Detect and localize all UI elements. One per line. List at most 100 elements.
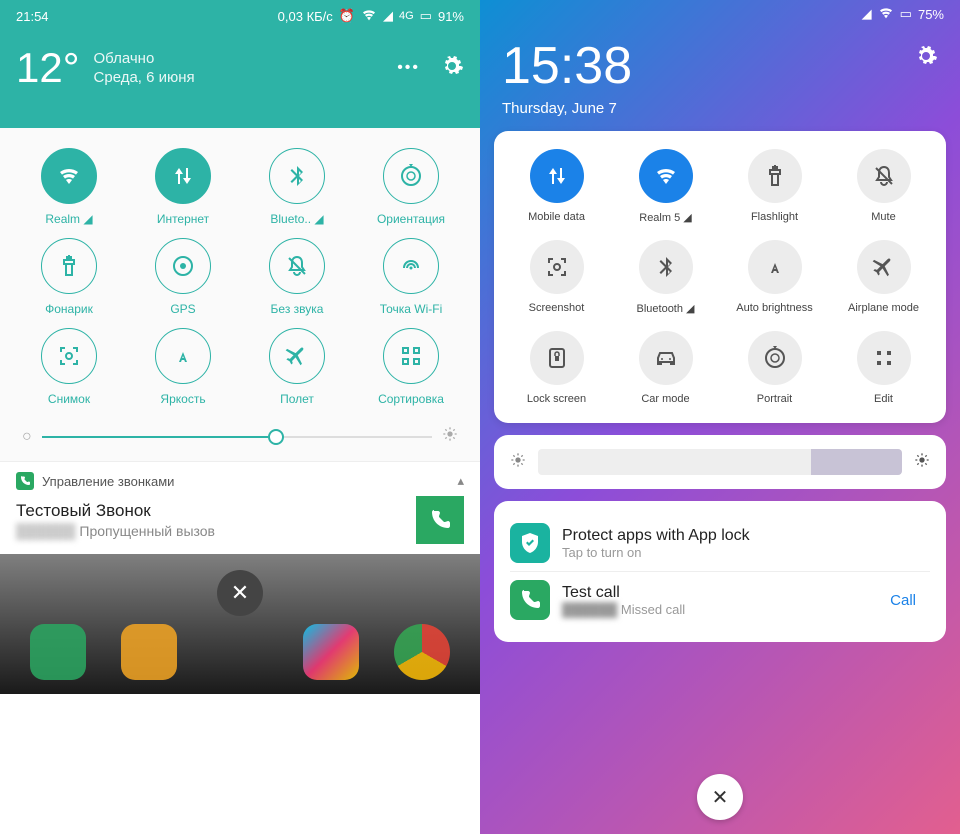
toggle-label: Без звука <box>271 302 324 316</box>
toggle-label: Bluetooth ◢ <box>637 302 695 315</box>
toggle-label: Снимок <box>48 392 90 406</box>
status-time: 21:54 <box>16 9 49 24</box>
dock-chrome-icon[interactable] <box>394 624 450 680</box>
notification-card[interactable]: Управление звонками ▴ Тестовый Звонок ██… <box>0 461 480 554</box>
dock-messages-icon[interactable] <box>121 624 177 680</box>
toggle-wifi[interactable]: Realm 5 ◢ <box>613 149 718 224</box>
notif-app-name: Управление звонками <box>42 474 174 489</box>
data-icon <box>155 148 211 204</box>
collapse-icon[interactable]: ▴ <box>457 473 464 489</box>
phone-app-icon <box>16 472 34 490</box>
quick-settings-panel: Realm ◢Интернет Blueto.. ◢ Ориентация Фонар… <box>0 128 480 461</box>
temperature[interactable]: 12° <box>16 44 80 92</box>
toggle-airplane[interactable]: Полет <box>242 328 352 406</box>
toggle-bluetooth[interactable]: Blueto.. ◢ <box>242 148 352 226</box>
callback-button[interactable] <box>416 496 464 544</box>
toggle-sort[interactable]: Сортировка <box>356 328 466 406</box>
toggle-edit[interactable]: Edit <box>831 331 936 405</box>
status-bar: ◢ ▭ 75% <box>480 0 960 28</box>
dismiss-all-button[interactable]: ✕ <box>217 570 263 616</box>
lock-icon <box>530 331 584 385</box>
home-dock-area: ✕ <box>0 554 480 694</box>
toggle-mute[interactable]: Mute <box>831 149 936 224</box>
screenshot-icon <box>530 240 584 294</box>
wifi-icon <box>41 148 97 204</box>
notif-title: Protect apps with App lock <box>562 527 930 545</box>
mute-icon <box>857 149 911 203</box>
toggle-label: Полет <box>280 392 314 406</box>
wifi-icon <box>639 149 693 203</box>
bluetooth-icon <box>269 148 325 204</box>
header: 15:38 Thursday, June 7 <box>480 28 960 131</box>
toggle-label: Lock screen <box>527 393 586 405</box>
toggle-label: Фонарик <box>45 302 93 316</box>
battery-pct: 75% <box>918 7 944 22</box>
toggle-wifi[interactable]: Realm ◢ <box>14 148 124 226</box>
dismiss-all-button[interactable]: ✕ <box>697 774 743 820</box>
toggle-label: Portrait <box>757 393 792 405</box>
bluetooth-icon <box>639 240 693 294</box>
toggle-flashlight[interactable]: Фонарик <box>14 238 124 316</box>
toggle-label: Airplane mode <box>848 302 919 314</box>
toggle-label: Auto brightness <box>736 302 812 314</box>
brightness-high-icon <box>442 426 458 447</box>
dock-playstore-icon[interactable] <box>303 624 359 680</box>
settings-icon[interactable] <box>440 54 464 83</box>
dock-phone-icon[interactable] <box>30 624 86 680</box>
call-action-button[interactable]: Call <box>876 586 930 615</box>
toggle-label: Edit <box>874 393 893 405</box>
edit-icon <box>857 331 911 385</box>
wifi-icon <box>361 7 377 26</box>
toggle-label: Flashlight <box>751 211 798 223</box>
toggle-label: GPS <box>170 302 195 316</box>
data-rate: 0,03 КБ/c <box>278 9 333 24</box>
settings-icon[interactable] <box>914 44 938 73</box>
call-notification[interactable]: Test call ██████ Missed call Call <box>510 571 930 628</box>
toggle-label: Car mode <box>641 393 689 405</box>
sort-icon <box>383 328 439 384</box>
weather-date: Среда, 6 июня <box>94 68 195 88</box>
brightness-slider[interactable] <box>494 435 946 489</box>
toggle-brightness-auto[interactable]: Auto brightness <box>722 240 827 315</box>
toggle-gps[interactable]: GPS <box>128 238 238 316</box>
toggle-brightness-auto[interactable]: Яркость <box>128 328 238 406</box>
gps-icon <box>155 238 211 294</box>
toggle-lock[interactable]: Lock screen <box>504 331 609 405</box>
car-icon <box>639 331 693 385</box>
flashlight-icon <box>748 149 802 203</box>
toggle-screenshot[interactable]: Снимок <box>14 328 124 406</box>
weather-condition: Облачно <box>94 49 195 69</box>
toggle-car[interactable]: Car mode <box>613 331 718 405</box>
battery-icon: ▭ <box>420 8 432 24</box>
airplane-icon <box>857 240 911 294</box>
toggle-airplane[interactable]: Airplane mode <box>831 240 936 315</box>
toggle-mute[interactable]: Без звука <box>242 238 352 316</box>
notif-subtitle: ██████ Пропущенный вызов <box>16 523 215 539</box>
mute-icon <box>269 238 325 294</box>
airplane-icon <box>269 328 325 384</box>
toggle-label: Blueto.. ◢ <box>270 212 323 226</box>
shield-icon <box>510 523 550 563</box>
brightness-slider[interactable]: ○ <box>14 426 466 447</box>
toggle-data[interactable]: Mobile data <box>504 149 609 224</box>
toggle-flashlight[interactable]: Flashlight <box>722 149 827 224</box>
toggle-label: Точка Wi-Fi <box>380 302 443 316</box>
flashlight-icon <box>41 238 97 294</box>
wifi-icon <box>878 5 894 24</box>
signal-icon: ◢ <box>862 6 872 22</box>
toggle-rotate[interactable]: Ориентация <box>356 148 466 226</box>
toggle-label: Сортировка <box>378 392 444 406</box>
applock-notification[interactable]: Protect apps with App lock Tap to turn o… <box>510 515 930 571</box>
notif-title: Test call <box>562 584 864 602</box>
toggle-bluetooth[interactable]: Bluetooth ◢ <box>613 240 718 315</box>
clock-time: 15:38 <box>502 36 632 96</box>
more-icon[interactable]: ••• <box>397 59 420 77</box>
header: 21:54 0,03 КБ/c ⏰ ◢ 4G ▭ 91% 12° Облачно… <box>0 0 480 128</box>
toggle-data[interactable]: Интернет <box>128 148 238 226</box>
notif-subtitle: ██████ Missed call <box>562 602 864 617</box>
notifications-card: Protect apps with App lock Tap to turn o… <box>494 501 946 642</box>
toggle-screenshot[interactable]: Screenshot <box>504 240 609 315</box>
battery-pct: 91% <box>438 9 464 24</box>
toggle-rotate[interactable]: Portrait <box>722 331 827 405</box>
toggle-hotspot[interactable]: Точка Wi-Fi <box>356 238 466 316</box>
